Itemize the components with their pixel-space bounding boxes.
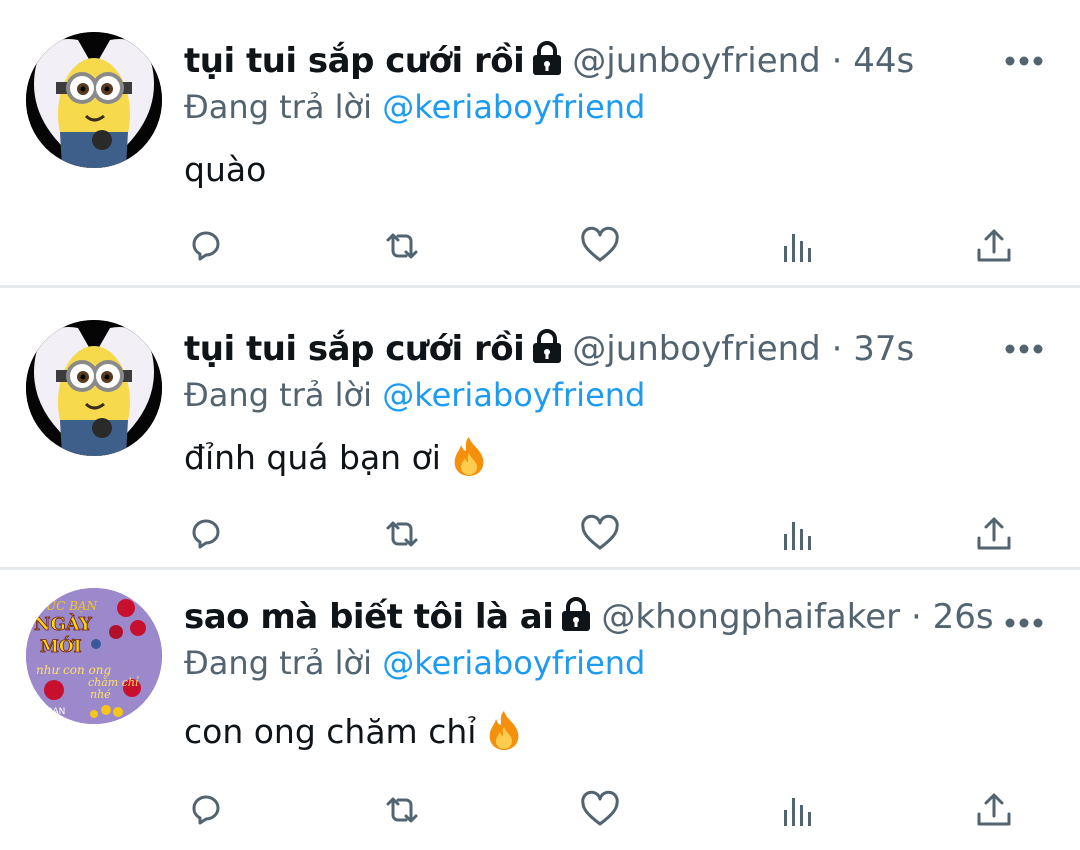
more-icon[interactable]	[1004, 52, 1044, 66]
lock-icon	[559, 596, 593, 632]
tweet-text: quào	[184, 146, 266, 194]
lock-icon	[530, 328, 564, 364]
avatar[interactable]	[26, 32, 162, 168]
tweet-text-content: đỉnh quá bạn ơi	[184, 438, 441, 477]
tweet[interactable]: tụi tui sắp cưới rồi @junboyfriend · 37s …	[0, 288, 1080, 568]
retweet-icon[interactable]	[382, 514, 422, 554]
lock-icon	[530, 40, 564, 76]
tweet[interactable]: ÚC BẠN NGÀY MỚI như con ong chăm chỉ nhé…	[0, 570, 1080, 850]
display-name[interactable]: tụi tui sắp cưới rồi	[184, 41, 525, 81]
avatar-text: MỚI	[40, 636, 82, 657]
timestamp[interactable]: 26s	[933, 597, 994, 637]
tweet-text-content: con ong chăm chỉ	[184, 712, 477, 751]
more-icon[interactable]	[1004, 340, 1044, 354]
replying-to: Đang trả lời @keriaboyfriend	[184, 640, 645, 686]
tweet-text: con ong chăm chỉ	[184, 708, 522, 756]
fire-emoji-icon	[486, 709, 522, 751]
display-name[interactable]: tụi tui sắp cưới rồi	[184, 329, 525, 369]
tweet-header: sao mà biết tôi là ai @khongphaifaker · 2…	[184, 592, 994, 642]
views-icon[interactable]	[778, 514, 818, 554]
heart-icon[interactable]	[580, 790, 620, 830]
reply-mention-link[interactable]: @keriaboyfriend	[382, 88, 645, 126]
replying-to-label: Đang trả lời	[184, 88, 373, 126]
retweet-icon[interactable]	[382, 226, 422, 266]
avatar-text: ME BẠN	[30, 707, 65, 717]
retweet-icon[interactable]	[382, 790, 422, 830]
more-icon[interactable]	[1004, 614, 1044, 628]
share-icon[interactable]	[974, 790, 1014, 830]
share-icon[interactable]	[974, 514, 1014, 554]
reply-icon[interactable]	[186, 226, 226, 266]
views-icon[interactable]	[778, 226, 818, 266]
replying-to-label: Đang trả lời	[184, 644, 373, 682]
avatar-text: như con ong	[36, 663, 111, 677]
separator-dot: ·	[831, 41, 843, 81]
avatar-text: NGÀY	[34, 612, 93, 635]
reply-icon[interactable]	[186, 790, 226, 830]
heart-icon[interactable]	[580, 514, 620, 554]
tweet-text: đỉnh quá bạn ơi	[184, 434, 487, 482]
replying-to: Đang trả lời @keriaboyfriend	[184, 372, 645, 418]
reply-icon[interactable]	[186, 514, 226, 554]
replying-to-label: Đang trả lời	[184, 376, 373, 414]
replying-to: Đang trả lời @keriaboyfriend	[184, 84, 645, 130]
fire-emoji-icon	[451, 435, 487, 477]
tweet-header: tụi tui sắp cưới rồi @junboyfriend · 44s	[184, 36, 914, 86]
views-icon[interactable]	[778, 790, 818, 830]
avatar[interactable]	[26, 320, 162, 456]
action-bar	[0, 514, 1080, 554]
display-name[interactable]: sao mà biết tôi là ai	[184, 597, 554, 637]
handle[interactable]: @khongphaifaker	[601, 597, 900, 637]
avatar-text: ÚC BẠN	[46, 597, 98, 613]
separator-dot: ·	[910, 597, 922, 637]
handle[interactable]: @junboyfriend	[572, 329, 821, 369]
timestamp[interactable]: 37s	[853, 329, 914, 369]
timestamp[interactable]: 44s	[853, 41, 914, 81]
tweet-text-content: quào	[184, 150, 267, 189]
action-bar	[0, 790, 1080, 830]
separator-dot: ·	[831, 329, 843, 369]
action-bar	[0, 226, 1080, 266]
reply-mention-link[interactable]: @keriaboyfriend	[382, 644, 645, 682]
handle[interactable]: @junboyfriend	[572, 41, 821, 81]
share-icon[interactable]	[974, 226, 1014, 266]
reply-mention-link[interactable]: @keriaboyfriend	[382, 376, 645, 414]
tweet[interactable]: tụi tui sắp cưới rồi @junboyfriend · 44s …	[0, 0, 1080, 280]
avatar-text: nhé	[90, 688, 111, 701]
tweet-header: tụi tui sắp cưới rồi @junboyfriend · 37s	[184, 324, 914, 374]
heart-icon[interactable]	[580, 226, 620, 266]
avatar[interactable]: ÚC BẠN NGÀY MỚI như con ong chăm chỉ nhé…	[26, 588, 162, 724]
